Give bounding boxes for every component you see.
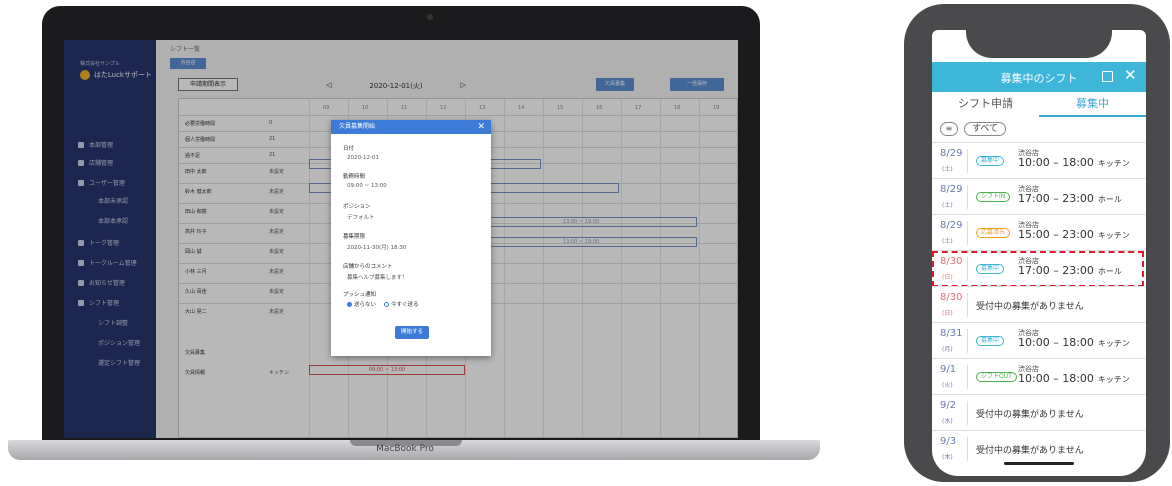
modal-header: 欠員募集開始 ✕ bbox=[331, 120, 491, 134]
item-time: 10:00 – 18:00 キッチン bbox=[1018, 336, 1130, 349]
item-date: 8/31 bbox=[940, 328, 963, 339]
push-off-radio[interactable]: 送らない bbox=[347, 300, 376, 308]
item-weekday: (土) bbox=[942, 238, 953, 245]
item-time-range: 10:00 – 18:00 bbox=[1018, 156, 1094, 169]
item-position: キッチン bbox=[1097, 375, 1130, 384]
no-recruit-text: 受付中の募集がありません bbox=[976, 410, 1084, 420]
shift-list-item[interactable]: 8/30 (日) 募集中 渋谷店 17:00 – 23:00 ホール bbox=[932, 250, 1146, 287]
item-divider bbox=[967, 365, 968, 389]
item-date: 8/30 bbox=[940, 292, 963, 303]
tab-recruiting[interactable]: 募集中 bbox=[1039, 95, 1146, 117]
shift-list-item[interactable]: 8/29 (土) 募集中 渋谷店 10:00 – 18:00 キッチン bbox=[932, 142, 1146, 178]
status-badge: シフトOUT bbox=[976, 372, 1017, 382]
shift-list-item[interactable]: 8/31 (月) 募集中 渋谷店 10:00 – 18:00 キッチン bbox=[932, 322, 1146, 358]
close-icon[interactable]: ✕ bbox=[477, 120, 485, 134]
camera-dot bbox=[427, 14, 433, 20]
position-label: ポジション bbox=[343, 204, 371, 210]
time-value: 09:00 ~ 13:00 bbox=[347, 183, 387, 189]
push-label: プッシュ通知 bbox=[343, 292, 377, 298]
filter-icon[interactable]: ≡ bbox=[940, 122, 958, 136]
shift-list-item[interactable]: 9/3 (木) 受付中の募集がありません bbox=[932, 430, 1146, 466]
comment-value: 募集ヘルプ募集します！ bbox=[347, 275, 408, 281]
app-header: 募集中のシフト ✕ bbox=[932, 62, 1146, 92]
item-weekday: (日) bbox=[942, 310, 953, 317]
item-divider bbox=[967, 329, 968, 353]
shift-list-item[interactable]: 8/29 (土) シフトIN 渋谷店 17:00 – 23:00 ホール bbox=[932, 178, 1146, 214]
position-value: デフォルト bbox=[347, 215, 375, 221]
laptop-brand: MacBook Pro bbox=[376, 444, 434, 454]
item-date: 9/3 bbox=[940, 436, 957, 447]
comment-label: 店舗からのコメント bbox=[343, 264, 393, 270]
phone-notch bbox=[966, 4, 1112, 58]
tab-shift-request[interactable]: シフト申請 bbox=[932, 95, 1039, 117]
item-time: 15:00 – 23:00 キッチン bbox=[1018, 228, 1130, 241]
item-date: 8/29 bbox=[940, 220, 963, 231]
highlight-frame bbox=[932, 251, 1144, 287]
item-position: キッチン bbox=[1097, 231, 1130, 240]
modal-title: 欠員募集開始 bbox=[339, 123, 376, 130]
no-recruit-text: 受付中の募集がありません bbox=[976, 446, 1084, 456]
item-weekday: (水) bbox=[942, 418, 953, 425]
shift-list: 8/29 (土) 募集中 渋谷店 10:00 – 18:00 キッチン 8/29 (土) シフト… bbox=[932, 142, 1146, 466]
item-time-range: 17:00 – 23:00 bbox=[1018, 192, 1094, 205]
close-icon[interactable]: ✕ bbox=[1124, 66, 1137, 84]
shift-list-item[interactable]: 8/30 (日) 受付中の募集がありません bbox=[932, 286, 1146, 322]
date-label: 日付 bbox=[343, 146, 355, 152]
item-time: 17:00 – 23:00 ホール bbox=[1018, 192, 1122, 205]
item-date: 8/29 bbox=[940, 148, 963, 159]
deadline-label: 募集期限 bbox=[343, 234, 366, 240]
calendar-icon[interactable] bbox=[1102, 71, 1113, 82]
date-value: 2020-12-01 bbox=[347, 155, 379, 161]
item-time-range: 10:00 – 18:00 bbox=[1018, 336, 1094, 349]
item-position: キッチン bbox=[1097, 159, 1130, 168]
item-time-range: 15:00 – 23:00 bbox=[1018, 228, 1094, 241]
shift-list-item[interactable]: 9/1 (火) シフトOUT 渋谷店 10:00 – 18:00 キッチン bbox=[932, 358, 1146, 394]
start-button[interactable]: 開始する bbox=[395, 326, 429, 339]
item-divider bbox=[967, 185, 968, 209]
item-position: ホール bbox=[1097, 195, 1122, 204]
phone-screen: 募集中のシフト ✕ シフト申請 募集中 ≡ すべて 8/29 (土) 募集中 渋谷店 1… bbox=[932, 30, 1146, 476]
item-divider bbox=[967, 149, 968, 173]
push-radio-group: 送らない 今すぐ送る bbox=[347, 300, 419, 308]
item-weekday: (月) bbox=[942, 346, 953, 353]
item-position: キッチン bbox=[1097, 339, 1130, 348]
item-date: 9/1 bbox=[940, 364, 957, 375]
filter-row: ≡ すべて bbox=[940, 122, 1007, 136]
shift-list-item[interactable]: 8/29 (土) 応募済み 渋谷店 15:00 – 23:00 キッチン bbox=[932, 214, 1146, 250]
app-title: 募集中のシフト bbox=[1000, 72, 1078, 85]
time-label: 勤務時間 bbox=[343, 174, 366, 180]
push-on-radio[interactable]: 今すぐ送る bbox=[384, 300, 419, 308]
deadline-value: 2020-11-30(月) 18:30 bbox=[347, 245, 407, 251]
item-divider bbox=[967, 221, 968, 245]
item-date: 9/2 bbox=[940, 400, 957, 411]
laptop-screen: 株式会社サンプル はたLuckサポート 本部管理 店舗管理 ユーザー管理 本部未承認本… bbox=[64, 40, 738, 438]
status-badge: 応募済み bbox=[976, 228, 1011, 238]
item-weekday: (土) bbox=[942, 202, 953, 209]
item-time-range: 10:00 – 18:00 bbox=[1018, 372, 1094, 385]
item-divider bbox=[967, 437, 968, 461]
item-date: 8/29 bbox=[940, 184, 963, 195]
item-weekday: (木) bbox=[942, 454, 953, 461]
no-recruit-text: 受付中の募集がありません bbox=[976, 302, 1084, 312]
filter-all-button[interactable]: すべて bbox=[964, 122, 1007, 136]
recruit-modal: 欠員募集開始 ✕ 日付 2020-12-01 勤務時間 09:00 ~ 13:0… bbox=[331, 120, 491, 356]
item-divider bbox=[967, 401, 968, 425]
status-badge: 募集中 bbox=[976, 336, 1005, 346]
shift-list-item[interactable]: 9/2 (水) 受付中の募集がありません bbox=[932, 394, 1146, 430]
status-badge: 募集中 bbox=[976, 156, 1005, 166]
item-weekday: (土) bbox=[942, 166, 953, 173]
status-badge: シフトIN bbox=[976, 192, 1011, 202]
home-indicator bbox=[1004, 462, 1074, 465]
item-divider bbox=[967, 293, 968, 317]
item-weekday: (火) bbox=[942, 382, 953, 389]
item-time: 10:00 – 18:00 キッチン bbox=[1018, 156, 1130, 169]
item-time: 10:00 – 18:00 キッチン bbox=[1018, 372, 1130, 385]
